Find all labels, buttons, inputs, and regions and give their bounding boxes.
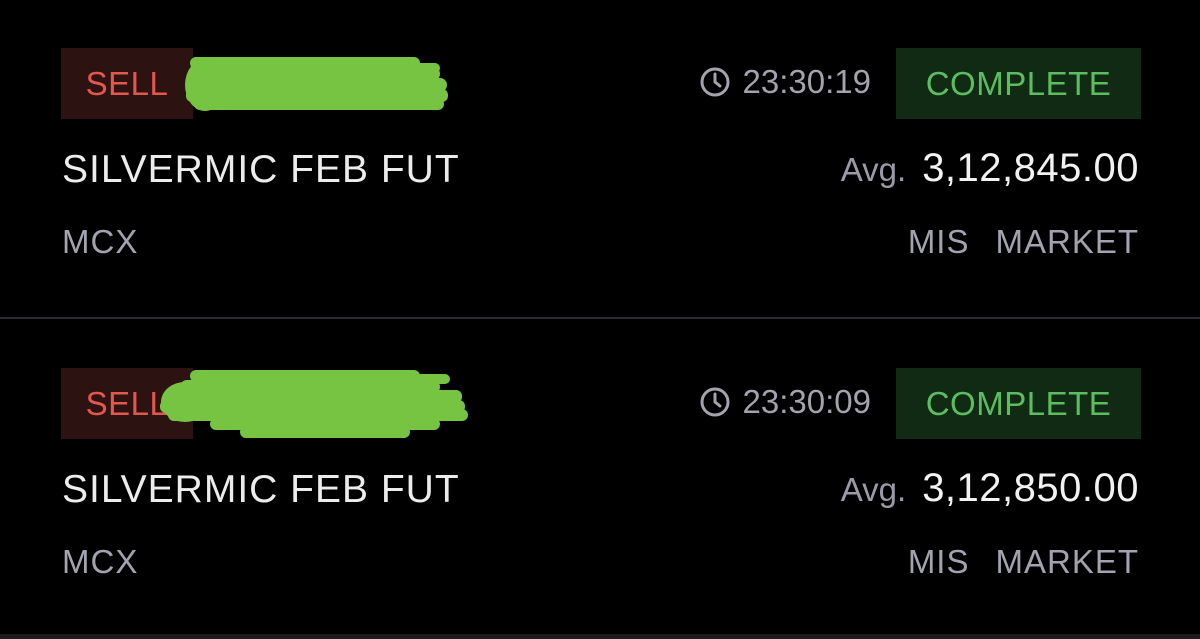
order-row[interactable]: SELL 23:30:19 COMPLETE SILVERMIC FEB FUT… — [0, 0, 1200, 318]
order-type: MARKET — [995, 223, 1139, 260]
order-time: 23:30:19 — [699, 62, 871, 102]
redaction-scribble — [185, 57, 448, 111]
product-type: MIS — [907, 223, 970, 260]
side-badge-sell: SELL — [61, 48, 193, 119]
clock-icon — [700, 67, 730, 97]
order-list: SELL 23:30:19 COMPLETE SILVERMIC FEB FUT… — [0, 0, 1200, 639]
average-price: Avg. 3,12,845.00 — [841, 146, 1139, 191]
instrument-name: SILVERMIC FEB FUT — [62, 468, 460, 511]
exchange-label: MCX — [62, 223, 139, 260]
order-row[interactable]: SELL 23:30:09 COMPLETE SILVERMIC FEB FUT… — [0, 320, 1200, 638]
status-badge-complete: COMPLETE — [896, 368, 1141, 439]
redaction-scribble — [160, 370, 468, 438]
avg-label: Avg. — [840, 151, 907, 188]
order-time: 23:30:09 — [699, 382, 871, 422]
avg-price-value: 3,12,845.00 — [922, 146, 1139, 190]
average-price: Avg. 3,12,850.00 — [841, 466, 1139, 511]
list-bottom-edge — [0, 634, 1200, 639]
time-text: 23:30:19 — [742, 63, 871, 100]
divider — [0, 317, 1200, 319]
product-type: MIS — [907, 543, 970, 580]
order-tags: MIS MARKET — [908, 543, 1139, 581]
avg-price-value: 3,12,850.00 — [922, 466, 1139, 510]
order-tags: MIS MARKET — [908, 223, 1139, 261]
avg-label: Avg. — [840, 471, 907, 508]
status-badge-complete: COMPLETE — [896, 48, 1141, 119]
time-text: 23:30:09 — [742, 383, 871, 420]
clock-icon — [700, 387, 730, 417]
instrument-name: SILVERMIC FEB FUT — [62, 148, 460, 191]
exchange-label: MCX — [62, 543, 139, 580]
order-type: MARKET — [995, 543, 1139, 580]
